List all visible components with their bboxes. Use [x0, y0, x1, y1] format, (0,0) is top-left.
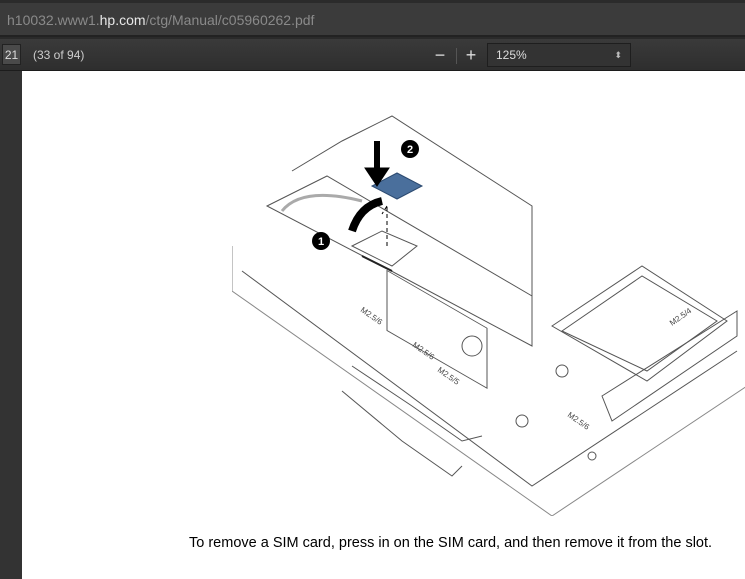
callout-1-label: 1	[318, 236, 324, 248]
figure-caption: To remove a SIM card, press in on the SI…	[189, 535, 713, 551]
url-prefix: h10032.www1.	[7, 12, 100, 28]
callout-2-label: 2	[407, 144, 413, 156]
screw-label: M2.5/6	[566, 410, 592, 432]
zoom-out-button[interactable]: −	[431, 44, 449, 66]
address-bar[interactable]: h10032.www1.hp.com/ctg/Manual/c05960262.…	[0, 0, 745, 37]
toolbar-divider	[456, 48, 457, 64]
select-arrows-icon: ⬍	[614, 50, 622, 60]
zoom-level: 125%	[496, 48, 527, 62]
pdf-toolbar: 21 (33 of 94) − + 125% ⬍	[0, 39, 745, 71]
page-number-input[interactable]: 21	[2, 44, 21, 65]
sim-card-removal-illustration: 1 2 M2.5/6 M2.5/6 M2.5/5 M2.5/6 M2.5/4	[232, 115, 745, 516]
zoom-in-button[interactable]: +	[462, 44, 480, 66]
url-path: /ctg/Manual/c05960262.pdf	[145, 12, 315, 28]
url-domain: hp.com	[99, 12, 146, 28]
page-count: (33 of 94)	[33, 48, 85, 62]
screw-label: M2.5/5	[436, 365, 462, 387]
screw-label: M2.5/4	[668, 306, 694, 328]
sidebar-gutter	[0, 71, 22, 579]
screw-label: M2.5/6	[359, 305, 385, 327]
screw-label: M2.5/6	[411, 340, 437, 362]
url-text[interactable]: h10032.www1.hp.com/ctg/Manual/c05960262.…	[7, 12, 314, 28]
pdf-page: 1 2 M2.5/6 M2.5/6 M2.5/5 M2.5/6 M2.5/4 T…	[22, 71, 745, 579]
zoom-select[interactable]: 125% ⬍	[487, 43, 631, 67]
